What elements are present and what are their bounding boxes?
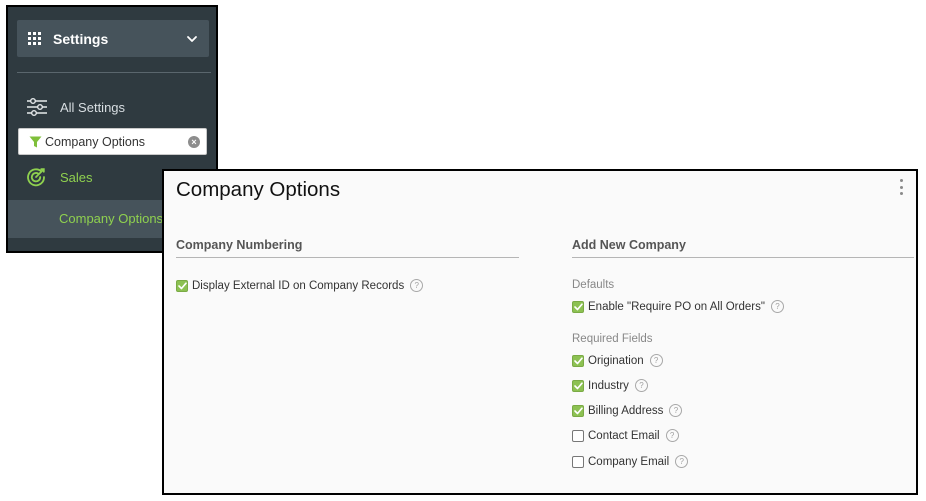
option-label: Enable "Require PO on All Orders" [588,300,765,313]
help-icon[interactable]: ? [675,455,689,468]
checkbox-billing-address[interactable] [572,404,584,417]
section-divider [572,257,914,258]
option-label: Contact Email [588,429,660,442]
option-label: Industry [588,379,629,392]
checkbox-contact-email[interactable] [572,429,584,442]
help-icon[interactable]: ? [669,404,683,417]
option-company-email: Company Email ? [572,455,689,468]
option-industry: Industry ? [572,379,648,392]
funnel-icon [29,136,42,147]
checkbox-display-external-id[interactable] [176,279,188,292]
option-label: Origination [588,354,644,367]
help-icon[interactable]: ? [649,354,663,367]
checkbox-industry[interactable] [572,379,584,392]
settings-dropdown[interactable]: Settings [17,20,209,57]
help-icon[interactable]: ? [665,429,679,442]
option-billing-address: Billing Address ? [572,404,683,417]
grid-icon [28,32,41,45]
checkbox-require-po[interactable] [572,300,584,313]
checkbox-company-email[interactable] [572,455,584,468]
chevron-down-icon [187,35,197,42]
sidebar-item-sales[interactable]: Sales [26,167,93,187]
option-display-external-id: Display External ID on Company Records ? [176,279,424,292]
help-icon[interactable]: ? [410,279,424,292]
required-fields-label: Required Fields [572,333,653,345]
option-label: Company Email [588,455,670,468]
section-title-company-numbering: Company Numbering [176,238,303,252]
settings-title: Settings [53,30,109,47]
sidebar-item-label: All Settings [60,99,126,115]
defaults-label: Defaults [572,279,615,291]
option-contact-email: Contact Email ? [572,429,679,442]
help-icon[interactable]: ? [770,300,784,313]
more-vertical-icon[interactable] [898,179,904,195]
option-origination: Origination ? [572,354,663,367]
company-options-panel: Company Options Company Numbering Displa… [162,169,918,495]
option-label: Display External ID on Company Records [192,279,405,292]
target-icon [27,168,45,187]
checkbox-origination[interactable] [572,354,584,367]
section-divider [176,257,519,258]
sidebar-item-all-settings[interactable]: All Settings [26,97,125,117]
section-title-add-new-company: Add New Company [572,238,686,252]
option-label: Billing Address [588,404,664,417]
sidebar-item-label: Sales [60,169,93,185]
sliders-icon [27,98,47,116]
page-title: Company Options [176,178,341,201]
settings-filter: × [18,128,207,155]
filter-input[interactable] [45,134,188,149]
clear-icon[interactable]: × [188,135,200,148]
option-require-po: Enable "Require PO on All Orders" ? [572,300,784,313]
sidebar-divider [17,72,211,73]
help-icon[interactable]: ? [634,379,648,392]
